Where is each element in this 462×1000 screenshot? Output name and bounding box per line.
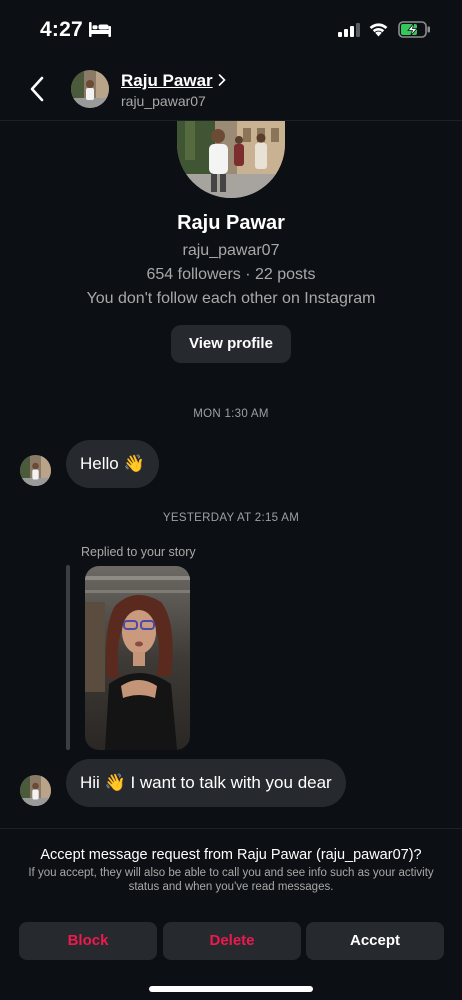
message-timestamp: YESTERDAY AT 2:15 AM xyxy=(162,512,300,524)
header-username: raju_pawar07 xyxy=(121,93,206,109)
follow-status: You don't follow each other on Instagram xyxy=(86,290,376,307)
request-title: Accept message request from Raju Pawar (… xyxy=(40,847,422,863)
profile-username: raju_pawar07 xyxy=(182,242,280,259)
message-bubble[interactable]: Hello 👋 xyxy=(66,440,159,488)
home-indicator[interactable] xyxy=(149,986,313,992)
sender-avatar[interactable] xyxy=(20,775,51,806)
block-button[interactable]: Block xyxy=(19,922,157,960)
signal-icon xyxy=(338,23,360,37)
reply-indicator-bar xyxy=(66,565,70,750)
story-thumbnail[interactable] xyxy=(85,566,190,750)
view-profile-button[interactable]: View profile xyxy=(171,325,291,363)
message-timestamp: MON 1:30 AM xyxy=(193,408,269,420)
header-name[interactable]: Raju Pawar xyxy=(121,71,213,91)
sender-avatar[interactable] xyxy=(20,455,51,486)
profile-name: Raju Pawar xyxy=(177,212,285,234)
header-avatar[interactable] xyxy=(71,70,109,108)
status-bar: 4:27 xyxy=(0,0,462,58)
chevron-right-icon[interactable] xyxy=(217,73,227,87)
message-bubble[interactable]: Hii 👋 I want to talk with you dear xyxy=(66,759,346,807)
status-time: 4:27 xyxy=(40,18,83,41)
message-request-panel: Accept message request from Raju Pawar (… xyxy=(0,828,462,1000)
replied-to-story-label: Replied to your story xyxy=(81,545,196,559)
battery-charging-icon xyxy=(398,21,430,38)
back-icon[interactable] xyxy=(26,74,48,104)
delete-button[interactable]: Delete xyxy=(163,922,301,960)
wifi-icon xyxy=(369,23,388,37)
profile-stats: 654 followers · 22 posts xyxy=(146,266,316,283)
request-description: If you accept, they will also be able to… xyxy=(28,867,434,893)
chat-header: Raju Pawar raju_pawar07 xyxy=(0,58,462,121)
accept-button[interactable]: Accept xyxy=(306,922,444,960)
bed-icon xyxy=(89,22,111,37)
